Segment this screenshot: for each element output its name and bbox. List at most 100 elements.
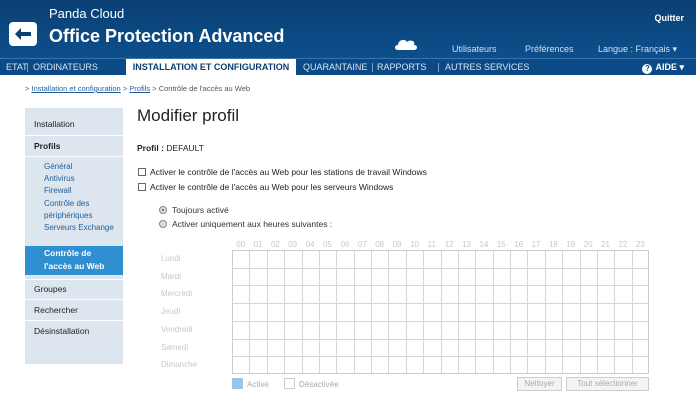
profile-value: DEFAULT: [166, 143, 204, 153]
sidebar-divider: [25, 299, 123, 300]
users-link[interactable]: Utilisateurs: [452, 44, 497, 54]
hour-label: 16: [514, 240, 524, 249]
hour-label: 15: [496, 240, 506, 249]
grid-row-line: [233, 267, 648, 269]
day-label: Mardi: [161, 271, 182, 281]
breadcrumb-separator: >: [152, 84, 157, 93]
grid-column-line: [562, 251, 564, 373]
grid-column-line: [371, 251, 372, 373]
scheduled-hours-option[interactable]: Activer uniquement aux heures suivantes …: [159, 219, 332, 229]
nav-divider: [438, 63, 439, 72]
scheduled-hours-radio[interactable]: [159, 220, 167, 228]
always-active-option[interactable]: Toujours activé: [159, 205, 229, 215]
grid-column-line: [284, 251, 286, 373]
hour-label: 11: [427, 240, 436, 249]
breadcrumb-separator: >: [25, 84, 30, 93]
tab-etat[interactable]: ETAT: [6, 59, 28, 75]
language-select[interactable]: Langue : Français ▾: [598, 44, 677, 55]
select-all-button[interactable]: Tout sélectionner: [566, 377, 649, 391]
servers-option[interactable]: Activer le contrôle de l'accès au Web po…: [138, 182, 393, 192]
hour-label: 19: [566, 240, 576, 249]
preferences-link[interactable]: Préférences: [525, 44, 574, 54]
grid-column-line: [440, 251, 442, 373]
cloud-icon: [395, 39, 417, 50]
help-label: AIDE ▾: [655, 62, 684, 72]
tab-installation-configuration[interactable]: INSTALLATION ET CONFIGURATION: [126, 59, 296, 75]
tab-quarantaine[interactable]: QUARANTAINE: [303, 59, 367, 75]
legend-inactive-swatch: [284, 378, 295, 389]
grid-column-line: [475, 251, 477, 373]
legend-active-label: Activé: [247, 380, 269, 389]
sidebar-item-profils[interactable]: Profils: [25, 141, 123, 151]
sidebar-active-label-line1: Contrôle de: [44, 248, 92, 258]
grid-column-line: [353, 251, 355, 373]
back-button[interactable]: [9, 22, 37, 46]
breadcrumb-link-profils[interactable]: Profils: [129, 84, 150, 93]
help-icon: ?: [642, 64, 653, 74]
workstations-checkbox[interactable]: [138, 168, 146, 176]
sidebar-item-groupes[interactable]: Groupes: [25, 284, 123, 294]
sidebar-sub-antivirus[interactable]: Antivirus: [25, 173, 123, 184]
sidebar-sub-web-access-control[interactable]: Contrôle de l'accès au Web: [25, 246, 123, 275]
always-active-radio[interactable]: [159, 206, 167, 214]
hour-label: 14: [479, 240, 489, 249]
main-nav: ETAT ORDINATEURS INSTALLATION ET CONFIGU…: [0, 58, 696, 75]
servers-checkbox-label: Activer le contrôle de l'accès au Web po…: [150, 182, 394, 192]
product-name: Office Protection Advanced: [49, 26, 285, 46]
hour-label: 18: [548, 240, 558, 249]
grid-column-line: [596, 251, 598, 373]
day-label: Dimanche: [161, 360, 198, 370]
day-label: Jeudi: [161, 307, 181, 317]
help-menu[interactable]: ? AIDE ▾: [642, 59, 684, 75]
breadcrumb: > Installation et configuration > Profil…: [25, 84, 250, 93]
hour-label: 00: [236, 240, 246, 249]
breadcrumb-link-installation[interactable]: Installation et configuration: [31, 84, 120, 93]
sidebar-divider: [25, 156, 123, 157]
hour-label: 04: [305, 240, 315, 249]
legend-active-swatch: [232, 378, 243, 389]
hour-label: 12: [444, 240, 454, 249]
app-header: Panda Cloud Office Protection Advanced Q…: [0, 0, 696, 58]
grid-column-line: [457, 251, 459, 373]
hour-label: 02: [270, 240, 280, 249]
day-label: Lundi: [161, 254, 181, 263]
hour-label: 23: [635, 240, 645, 249]
sidebar-sub-exchange[interactable]: Serveurs Exchange: [25, 222, 123, 233]
sidebar-item-installation[interactable]: Installation: [25, 119, 123, 129]
hour-label: 21: [601, 240, 611, 249]
sidebar-sub-device-control[interactable]: périphériques: [25, 210, 123, 221]
schedule-grid[interactable]: [232, 250, 649, 374]
grid-row-line: [233, 356, 648, 358]
breadcrumb-separator: >: [122, 84, 128, 93]
always-active-label: Toujours activé: [172, 205, 229, 215]
grid-row-line: [233, 303, 648, 305]
grid-column-line: [544, 251, 546, 373]
workstations-checkbox-label: Activer le contrôle de l'accès au Web po…: [150, 167, 427, 177]
sidebar-divider: [25, 135, 123, 136]
legend-inactive: Désactivée: [284, 378, 339, 389]
grid-column-line: [423, 251, 425, 373]
grid-column-line: [527, 251, 529, 373]
sidebar-sub-firewall[interactable]: Firewall: [25, 185, 123, 196]
servers-checkbox[interactable]: [138, 183, 146, 191]
tab-autres-services[interactable]: AUTRES SERVICES: [445, 59, 529, 75]
grid-column-line: [301, 251, 303, 373]
page-title: Modifier profil: [137, 106, 240, 125]
sidebar-item-rechercher[interactable]: Rechercher: [25, 305, 123, 315]
clear-button[interactable]: Nettoyer: [517, 377, 562, 391]
workstations-option[interactable]: Activer le contrôle de l'accès au Web po…: [138, 167, 427, 177]
hour-label: 06: [340, 240, 350, 249]
tab-ordinateurs[interactable]: ORDINATEURS: [33, 59, 98, 75]
grid-row-line: [233, 320, 648, 322]
grid-column-line: [318, 251, 320, 373]
hour-label: 22: [618, 240, 628, 249]
sidebar-sub-device-control[interactable]: Contrôle des: [25, 198, 123, 209]
sidebar-item-desinstallation[interactable]: Désinstallation: [25, 326, 123, 336]
hour-label: 09: [392, 240, 402, 249]
grid-column-line: [614, 251, 616, 373]
tab-rapports[interactable]: RAPPORTS: [377, 59, 426, 75]
breadcrumb-current: Contrôle de l'accès au Web: [158, 84, 251, 93]
quit-link[interactable]: Quitter: [654, 13, 684, 23]
hour-label: 01: [253, 240, 263, 249]
sidebar-sub-general[interactable]: Général: [25, 161, 123, 172]
